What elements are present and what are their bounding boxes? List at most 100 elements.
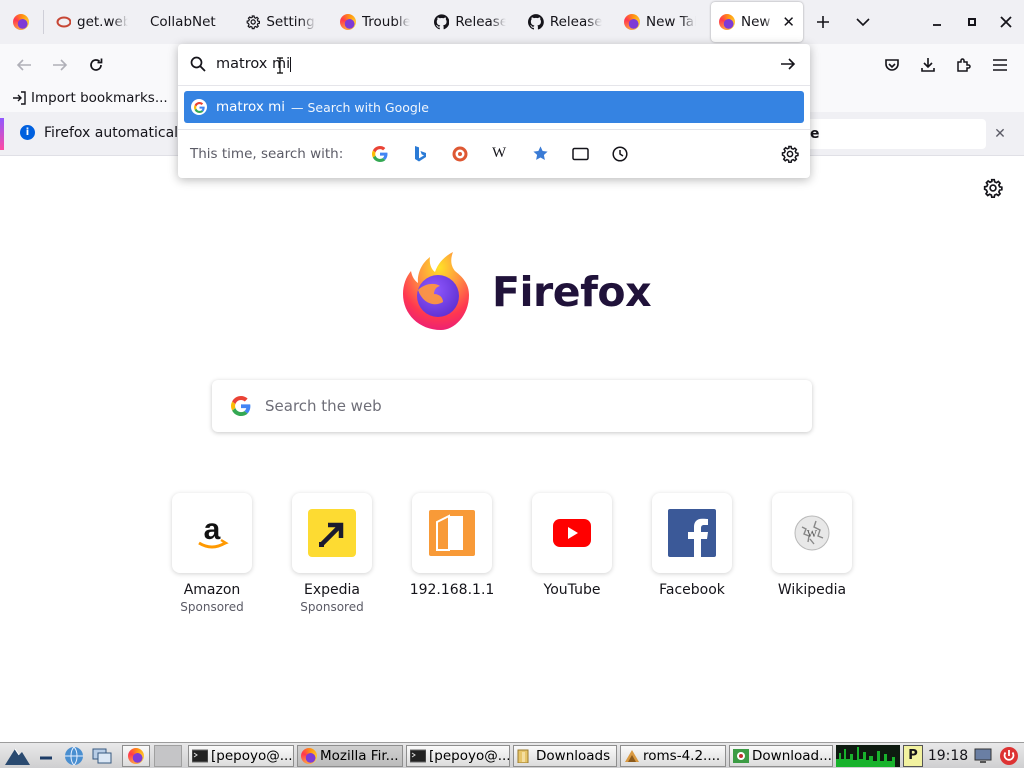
network-launcher[interactable] [62, 745, 86, 767]
clipboard-indicator[interactable]: P [903, 745, 923, 767]
close-tab-icon[interactable]: ✕ [782, 13, 795, 31]
reload-button[interactable] [80, 49, 112, 81]
notification-action-button[interactable]: e [790, 119, 986, 149]
firefox-launcher[interactable] [122, 745, 150, 767]
task-downloads-folder[interactable]: Downloads [513, 745, 617, 767]
top-site-router[interactable]: 192.168.1.1 [392, 493, 512, 598]
tab-label: Settings [266, 14, 316, 30]
tab-new-tab[interactable]: New Tab [616, 2, 704, 42]
tab-label: Release [455, 14, 506, 30]
expedia-icon [308, 509, 356, 557]
clock[interactable]: 19:18 [926, 745, 970, 767]
wikipedia-icon: W [794, 515, 830, 551]
tab-settings[interactable]: Settings [238, 2, 324, 42]
task-download-manager[interactable]: Download... [729, 745, 833, 767]
import-bookmarks-label: Import bookmarks... [31, 90, 168, 106]
tab-get-web[interactable]: get.web [48, 2, 136, 42]
start-menu-button[interactable] [2, 745, 32, 767]
top-site-name: 192.168.1.1 [409, 582, 495, 598]
tab-troubleshooting[interactable]: Troubles [332, 2, 418, 42]
arrow-left-icon [16, 59, 31, 71]
pocket-button[interactable] [876, 49, 908, 81]
one-off-history-button[interactable] [612, 146, 628, 166]
file-manager-launcher[interactable] [90, 745, 114, 767]
one-off-google-button[interactable] [372, 146, 388, 166]
terminal-icon [410, 749, 426, 763]
screen-lock-button[interactable] [972, 745, 994, 767]
list-all-tabs-button[interactable] [846, 0, 880, 44]
task-label: roms-4.2.... [643, 748, 721, 764]
search-settings-button[interactable] [781, 145, 799, 167]
extensions-button[interactable] [948, 49, 980, 81]
sponsored-label: Sponsored [300, 600, 364, 614]
maximize-icon [968, 18, 976, 26]
import-icon [13, 91, 26, 105]
monitor-icon [974, 748, 992, 763]
divider [178, 85, 810, 86]
text-cursor [290, 56, 292, 72]
suggestion-text: matrox mi [216, 99, 285, 115]
top-site-youtube[interactable]: YouTube [512, 493, 632, 598]
download-icon [921, 58, 935, 72]
tab-collabnet[interactable]: CollabNet [142, 2, 234, 42]
github-icon [434, 14, 450, 30]
top-site-amazon[interactable]: a Amazon Sponsored [152, 493, 272, 614]
app-menu-icon [5, 748, 30, 765]
suggestion-row-selected[interactable]: matrox mi — Search with Google [184, 91, 804, 123]
tab-release-2[interactable]: Release [520, 2, 610, 42]
one-off-wikipedia-button[interactable]: W [492, 145, 506, 162]
back-button[interactable] [8, 49, 40, 81]
plus-icon [817, 16, 829, 28]
tab-release-1[interactable]: Release [426, 2, 514, 42]
chevron-down-icon [856, 18, 870, 27]
info-icon: i [20, 125, 35, 140]
top-site-wikipedia[interactable]: W Wikipedia [752, 493, 872, 598]
logout-button[interactable] [998, 745, 1020, 767]
one-off-label: This time, search with: [190, 146, 344, 162]
one-off-tabs-button[interactable] [572, 147, 589, 165]
minimize-button[interactable] [920, 0, 954, 44]
desktop-pager[interactable] [154, 745, 182, 767]
urlbar-input[interactable]: matrox mi [216, 54, 756, 74]
top-site-tile [532, 493, 612, 573]
forward-button[interactable] [44, 49, 76, 81]
maximize-button[interactable] [955, 0, 989, 44]
tab-firefox-view[interactable] [4, 2, 38, 42]
notification-close-button[interactable]: ✕ [990, 124, 1010, 144]
import-bookmarks-button[interactable]: Import bookmarks... [12, 90, 168, 106]
personalize-button[interactable] [983, 178, 1003, 202]
facebook-icon [668, 509, 716, 557]
web-search-box[interactable]: Search the web [212, 380, 812, 432]
mouse-cursor [276, 57, 284, 74]
tab-label: Troubles [362, 14, 410, 30]
task-terminal-2[interactable]: [pepoyo@... [406, 745, 510, 767]
gear-icon [246, 15, 261, 30]
top-site-expedia[interactable]: Expedia Sponsored [272, 493, 392, 614]
task-archive[interactable]: roms-4.2.... [620, 745, 726, 767]
task-firefox[interactable]: Mozilla Fir... [297, 745, 403, 767]
menu-button[interactable] [984, 49, 1016, 81]
top-site-facebook[interactable]: Facebook [632, 493, 752, 598]
new-tab-button[interactable] [806, 0, 840, 44]
one-off-bookmarks-button[interactable] [532, 145, 549, 166]
search-icon [190, 56, 206, 76]
web-search-placeholder: Search the web [265, 397, 382, 415]
tab-label: get.web [77, 14, 128, 30]
downloads-button[interactable] [912, 49, 944, 81]
cpu-graph-icon [836, 747, 895, 767]
notification-action-label: e [810, 126, 820, 142]
google-icon [191, 99, 207, 115]
firefox-icon [624, 14, 640, 30]
top-site-tile: W [772, 493, 852, 573]
tab-new-tab-active[interactable]: New Tab ✕ [711, 2, 803, 42]
close-window-button[interactable] [989, 0, 1023, 44]
firefox-icon [301, 748, 317, 764]
one-off-duckduckgo-button[interactable] [452, 146, 468, 166]
minimize-all-button[interactable] [36, 745, 58, 767]
go-button[interactable] [780, 56, 796, 76]
firefox-icon [13, 14, 29, 30]
pocket-icon [885, 59, 899, 71]
one-off-bing-button[interactable] [412, 145, 428, 167]
tab-label: New Tab [646, 14, 696, 30]
task-terminal-1[interactable]: [pepoyo@... [188, 745, 294, 767]
